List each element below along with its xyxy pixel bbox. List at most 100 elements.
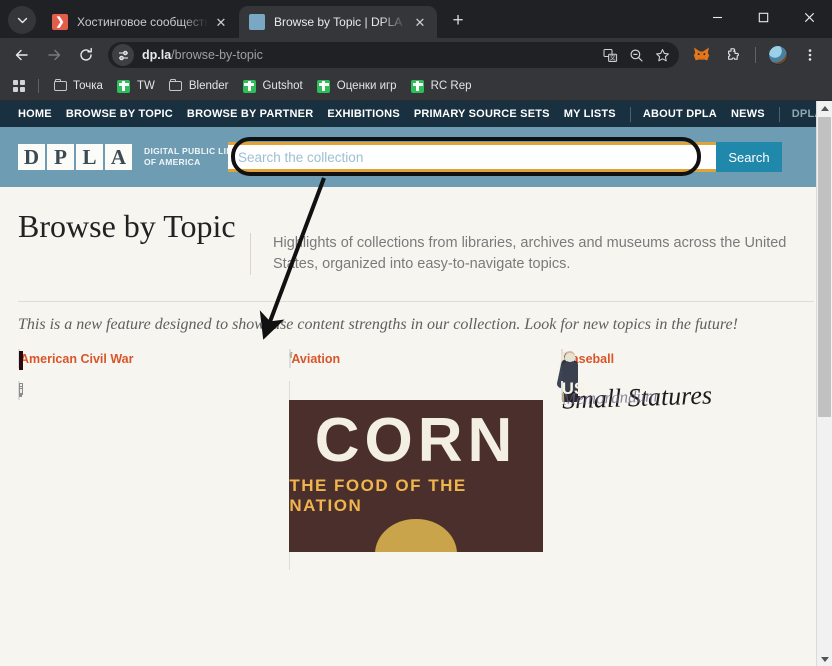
bookmark-item[interactable]: Точка <box>47 75 109 97</box>
browser-toolbar: dp.la/browse-by-topic 文 <box>0 38 832 72</box>
green-bookmark-icon <box>317 79 331 93</box>
topic-grid: American Civil War Aviation Baseball COR… <box>18 347 814 570</box>
logo-line-2: OF AMERICA <box>144 157 201 167</box>
topic-card-american-civil-war[interactable]: American Civil War <box>18 349 271 370</box>
dpla-logo[interactable]: D P L A DIGITAL PUBLIC LIBRARY OF AMERIC… <box>18 144 258 170</box>
site-nav: HOME BROWSE BY TOPIC BROWSE BY PARTNER E… <box>0 101 832 127</box>
topic-thumbnail: FREEDOM EQUAL RIGHTS NOW! WE MARCH FOR I… <box>18 381 23 400</box>
browser-tab-active[interactable]: Browse by Topic | DPLA ✕ <box>239 6 437 38</box>
close-button[interactable] <box>786 0 832 34</box>
kebab-menu-icon[interactable] <box>796 41 824 69</box>
scroll-up-arrow[interactable] <box>817 101 832 116</box>
bookmarks-bar: Точка TW Blender Gutshot Оценки игр RC R… <box>0 72 832 101</box>
bookmark-label: Gutshot <box>262 80 303 92</box>
url-text: dp.la/browse-by-topic <box>142 48 597 62</box>
bookmark-label: RC Rep <box>430 80 472 92</box>
site-search: Search <box>228 127 782 187</box>
logo-letter: P <box>47 144 74 170</box>
logo-letter: D <box>18 144 45 170</box>
corn-title: CORN <box>314 406 518 475</box>
folder-icon <box>53 78 67 93</box>
topic-thumbnail: Small Statures Memorandum US <box>560 379 712 415</box>
nav-item-news[interactable]: NEWS <box>731 108 765 120</box>
timeweb-icon: ❯ <box>52 14 68 30</box>
minimize-button[interactable] <box>694 0 740 34</box>
logo-letter: L <box>76 144 103 170</box>
notice-text: This is a new feature designed to showca… <box>18 316 738 333</box>
scroll-down-arrow[interactable] <box>817 652 832 666</box>
nav-divider <box>629 106 631 122</box>
nav-item-browse-by-topic[interactable]: BROWSE BY TOPIC <box>66 108 173 120</box>
nav-item-exhibitions[interactable]: EXHIBITIONS <box>327 108 400 120</box>
corn-poster-image: CORN THE FOOD OF THE NATION <box>289 400 543 552</box>
zoom-out-icon[interactable] <box>623 43 649 67</box>
search-button[interactable]: Search <box>716 142 782 172</box>
topic-card-civil-rights[interactable]: FREEDOM EQUAL RIGHTS NOW! WE MARCH FOR I… <box>18 381 271 534</box>
avatar <box>768 45 788 65</box>
bookmark-item[interactable]: RC Rep <box>405 75 478 97</box>
reload-button[interactable] <box>72 41 100 69</box>
page-viewport: HOME BROWSE BY TOPIC BROWSE BY PARTNER E… <box>0 101 832 666</box>
nav-item-home[interactable]: HOME <box>18 108 52 120</box>
page-title: Browse by Topic <box>18 208 236 244</box>
page-header-row: Browse by Topic Highlights of collection… <box>18 187 814 275</box>
tab-strip: ❯ Хостинговое сообщество «Tim ✕ Browse b… <box>0 0 832 38</box>
page-description: Highlights of collections from libraries… <box>250 233 793 275</box>
logo-letters: D P L A <box>18 144 134 170</box>
forward-button[interactable] <box>40 41 68 69</box>
nav-item-my-lists[interactable]: MY LISTS <box>564 108 616 120</box>
scrollbar-thumb[interactable] <box>818 117 831 417</box>
apps-grid-icon[interactable] <box>8 75 30 97</box>
topic-card-manuscript[interactable]: Small Statures Memorandum US <box>560 379 814 534</box>
omnibox-actions: 文 <box>597 43 675 67</box>
tab-title: Browse by Topic | DPLA <box>274 15 403 29</box>
search-input[interactable] <box>228 145 716 169</box>
green-bookmark-icon <box>117 79 131 93</box>
topic-card-baseball[interactable]: Baseball <box>555 349 814 402</box>
browser-tab[interactable]: ❯ Хостинговое сообщество «Tim ✕ <box>42 6 238 38</box>
logo-letter: A <box>105 144 132 170</box>
puzzle-piece-icon[interactable] <box>719 41 747 69</box>
nav-item-about-dpla[interactable]: ABOUT DPLA <box>643 108 717 120</box>
topic-thumbnail <box>18 349 23 370</box>
nav-item-browse-by-partner[interactable]: BROWSE BY PARTNER <box>187 108 313 120</box>
green-bookmark-icon <box>242 79 256 93</box>
topic-label: American Civil War <box>20 352 134 366</box>
browser-window: ❯ Хостинговое сообщество «Tim ✕ Browse b… <box>0 0 832 666</box>
bookmark-item[interactable]: Blender <box>163 75 235 97</box>
metamask-fox-icon[interactable] <box>687 41 715 69</box>
page-scrollbar[interactable] <box>816 101 832 666</box>
close-icon[interactable]: ✕ <box>411 13 429 31</box>
url-path: /browse-by-topic <box>171 48 263 62</box>
bookmark-item[interactable]: TW <box>111 75 161 97</box>
window-controls <box>694 0 832 34</box>
folder-icon <box>169 78 183 93</box>
topic-thumbnail: CORN THE FOOD OF THE NATION <box>289 381 543 570</box>
translate-icon[interactable]: 文 <box>597 43 623 67</box>
topic-label: Aviation <box>291 352 341 366</box>
tab-search-icon[interactable] <box>8 6 36 34</box>
topic-card-aviation[interactable]: Aviation <box>286 347 542 372</box>
page-content: Browse by Topic Highlights of collection… <box>0 187 832 570</box>
bookmark-divider <box>38 79 39 93</box>
avatar-icon[interactable] <box>764 41 792 69</box>
address-bar[interactable]: dp.la/browse-by-topic 文 <box>108 42 679 68</box>
bookmark-label: Blender <box>188 80 229 92</box>
star-icon[interactable] <box>649 43 675 67</box>
nav-item-primary-source-sets[interactable]: PRIMARY SOURCE SETS <box>414 108 550 120</box>
search-box[interactable] <box>228 142 716 172</box>
bookmark-item[interactable]: Gutshot <box>236 75 308 97</box>
maximize-button[interactable] <box>740 0 786 34</box>
site-header: D P L A DIGITAL PUBLIC LIBRARY OF AMERIC… <box>0 127 832 187</box>
bookmark-label: TW <box>136 80 155 92</box>
green-bookmark-icon <box>411 79 425 93</box>
back-button[interactable] <box>8 41 36 69</box>
bookmark-label: Точка <box>73 80 103 92</box>
bookmark-item[interactable]: Оценки игр <box>311 75 403 97</box>
new-tab-button[interactable]: + <box>444 7 472 35</box>
close-icon[interactable]: ✕ <box>212 13 230 31</box>
topic-card-agriculture[interactable]: CORN THE FOOD OF THE NATION <box>289 381 543 570</box>
bookmark-label: Оценки игр <box>336 80 397 92</box>
tab-title: Хостинговое сообщество «Tim <box>77 15 208 29</box>
tune-icon[interactable] <box>112 44 134 66</box>
